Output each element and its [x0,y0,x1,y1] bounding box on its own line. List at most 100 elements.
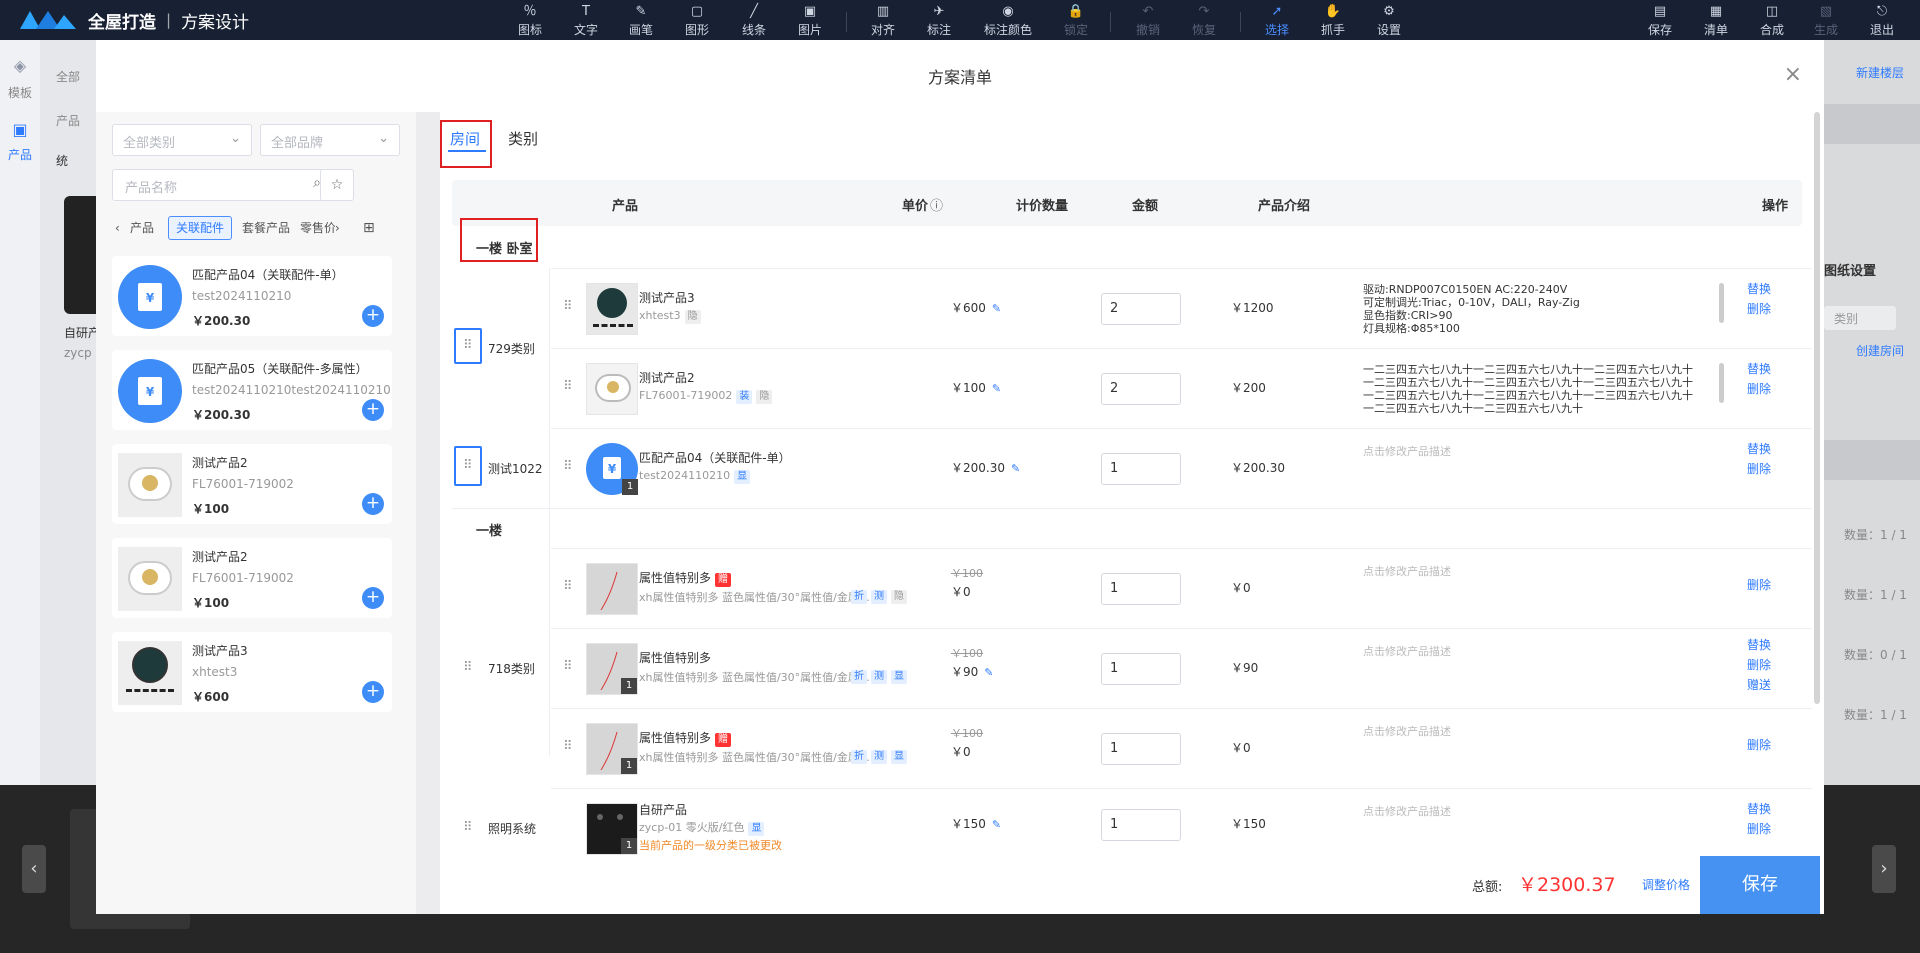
drag-handle-icon[interactable]: ⠿ [563,459,572,474]
tool-image[interactable]: ▣ 图片 [786,4,834,38]
tool-align[interactable]: ▥ 对齐 [859,4,907,38]
replace-link[interactable]: 替换 [1747,359,1771,379]
drag-handle-icon[interactable]: ⠿ [463,820,472,835]
qty-input[interactable]: 1 [1101,573,1181,605]
create-room-link[interactable]: 创建房间 [1856,342,1904,359]
product-card[interactable]: ¥ 匹配产品05（关联配件-多属性） test2024110210test202… [112,350,392,430]
drag-handle-icon[interactable]: ⠿ [463,660,472,675]
delete-link[interactable]: 删除 [1747,379,1771,399]
qty-input[interactable]: 1 [1101,733,1181,765]
edit-pen-icon[interactable]: ✎ [992,382,1001,395]
tool-settings[interactable]: ⚙ 设置 [1365,4,1413,38]
tool-redo[interactable]: ↷ 恢复 [1180,4,1228,38]
product-image [586,363,638,415]
intro-scrollbar[interactable] [1719,363,1724,403]
edit-pen-icon[interactable]: ✎ [1011,462,1020,475]
category-select[interactable]: 全部类别 ⌄ [112,124,252,156]
intro-placeholder[interactable]: 点击修改产品描述 [1363,563,1451,579]
favorite-star-icon[interactable]: ☆ [320,169,354,201]
qty-input[interactable]: 2 [1101,373,1181,405]
drag-handle-icon[interactable]: ⠿ [563,659,572,674]
product-code: xh属性值特别多 蓝色属性值/30°属性值/金属… [639,751,870,764]
intro-placeholder[interactable]: 点击修改产品描述 [1363,443,1451,459]
tool-text[interactable]: T 文字 [562,4,610,38]
tab-accessories[interactable]: 关联配件 [168,216,233,240]
save-tool-button[interactable]: ▤ 保存 [1636,4,1684,38]
table-scrollbar[interactable] [1814,112,1820,704]
delete-link[interactable]: 删除 [1747,655,1771,675]
add-icon[interactable]: + [362,305,384,327]
save-button[interactable]: 保存 [1700,856,1820,914]
side-product-label[interactable]: 产品 [8,146,32,163]
replace-link[interactable]: 替换 [1747,279,1771,299]
tool-hand[interactable]: ✋ 抓手 [1309,4,1357,38]
qty-input[interactable]: 2 [1101,293,1181,325]
delete-link[interactable]: 删除 [1747,735,1771,755]
drag-handle-icon[interactable]: ⠿ [563,299,572,314]
gift-link[interactable]: 赠送 [1747,675,1771,695]
exit-tool-button[interactable]: ⎋ 退出 [1858,4,1906,38]
chevron-down-icon: ⌄ [230,131,241,146]
tab-category[interactable]: 类别 [508,128,538,149]
add-icon[interactable]: + [362,681,384,703]
adjust-price-link[interactable]: 调整价格 [1642,876,1690,893]
tool-annotate[interactable]: ✈ 标注 [915,4,963,38]
tool-select[interactable]: ➚ 选择 [1253,4,1301,38]
compose-tool-button[interactable]: ◫ 合成 [1748,4,1796,38]
product-card[interactable]: 测试产品3 xhtest3 ￥600 + [112,632,392,712]
tool-icon[interactable]: ％ 图标 [506,4,554,38]
delete-link[interactable]: 删除 [1747,299,1771,319]
drag-handle-icon[interactable]: ⠿ [563,579,572,594]
drag-handle-icon[interactable]: ⠿ [463,338,472,353]
delete-link[interactable]: 删除 [1747,819,1771,839]
prev-arrow-icon[interactable]: ‹ [22,845,46,893]
drag-handle-icon[interactable]: ⠿ [563,739,572,754]
tabs-next-icon[interactable]: › [332,216,343,240]
info-icon[interactable]: ⓘ [930,195,943,214]
product-intro[interactable]: 驱动:RNDP007C0150EN AC:220-240V 可定制调光:Tria… [1363,283,1703,335]
tab-packages[interactable]: 套餐产品 [234,216,298,240]
replace-link[interactable]: 替换 [1747,635,1771,655]
tool-annotation-color[interactable]: ◉ 标注颜色 [978,4,1038,38]
product-card[interactable]: ¥ 匹配产品04（关联配件-单） test2024110210 ￥200.30 … [112,256,392,336]
intro-placeholder[interactable]: 点击修改产品描述 [1363,723,1451,739]
side-mold-label[interactable]: 模板 [8,84,32,101]
product-intro[interactable]: 一二三四五六七八九十一二三四五六七八九十一二三四五六七八九十一二三四五六七八九十… [1363,363,1703,415]
add-icon[interactable]: + [362,399,384,421]
tool-line[interactable]: ╱ 线条 [730,4,778,38]
next-arrow-icon[interactable]: › [1872,845,1896,893]
close-icon[interactable]: × [1784,62,1802,87]
intro-placeholder[interactable]: 点击修改产品描述 [1363,643,1451,659]
product-card[interactable]: 测试产品2 FL76001-719002 ￥100 + [112,444,392,524]
add-icon[interactable]: + [362,587,384,609]
edit-pen-icon[interactable]: ✎ [992,818,1001,831]
tool-brush[interactable]: ✎ 画笔 [617,4,665,38]
tool-shape[interactable]: ▢ 图形 [673,4,721,38]
edit-pen-icon[interactable]: ✎ [984,666,993,679]
drag-handle-icon[interactable]: ⠿ [463,458,472,473]
delete-link[interactable]: 删除 [1747,575,1771,595]
replace-link[interactable]: 替换 [1747,799,1771,819]
delete-link[interactable]: 删除 [1747,459,1771,479]
brand-select[interactable]: 全部品牌 ⌄ [260,124,400,156]
edit-pen-icon[interactable]: ✎ [992,302,1001,315]
drag-handle-icon[interactable]: ⠿ [563,379,572,394]
tool-lock[interactable]: 🔒 锁定 [1052,4,1100,38]
qty-input[interactable]: 1 [1101,453,1181,485]
intro-scrollbar[interactable] [1719,283,1724,323]
tab-retail-price[interactable]: 零售价 [292,216,336,240]
tab-products[interactable]: 产品 [122,216,162,240]
list-tool-button[interactable]: ▦ 清单 [1692,4,1740,38]
tool-label: 清单 [1703,23,1728,37]
intro-placeholder[interactable]: 点击修改产品描述 [1363,803,1451,819]
tool-undo[interactable]: ↶ 撤销 [1124,4,1172,38]
replace-link[interactable]: 替换 [1747,439,1771,459]
product-card[interactable]: 测试产品2 FL76001-719002 ￥100 + [112,538,392,618]
add-icon[interactable]: + [362,493,384,515]
new-floor-link[interactable]: 新建楼层 [1856,64,1904,81]
qty-input[interactable]: 1 [1101,653,1181,685]
qty-input[interactable]: 1 [1101,809,1181,841]
grid-view-icon[interactable]: ⊞ [360,216,378,240]
product-search-input[interactable]: 产品名称 ⌕ [112,169,332,201]
generate-tool-button[interactable]: ▧ 生成 [1802,4,1850,38]
